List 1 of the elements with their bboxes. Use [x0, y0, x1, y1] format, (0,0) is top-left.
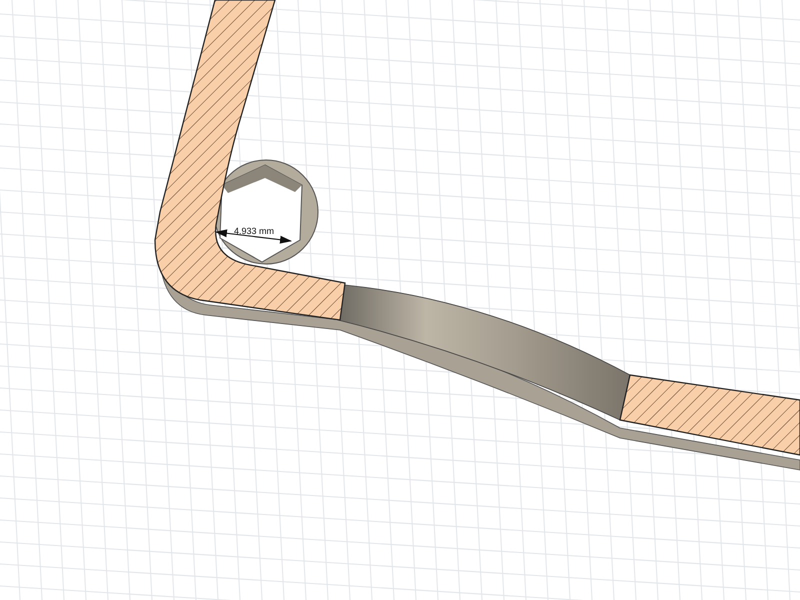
dimension-label: 4.933 mm [234, 226, 274, 236]
